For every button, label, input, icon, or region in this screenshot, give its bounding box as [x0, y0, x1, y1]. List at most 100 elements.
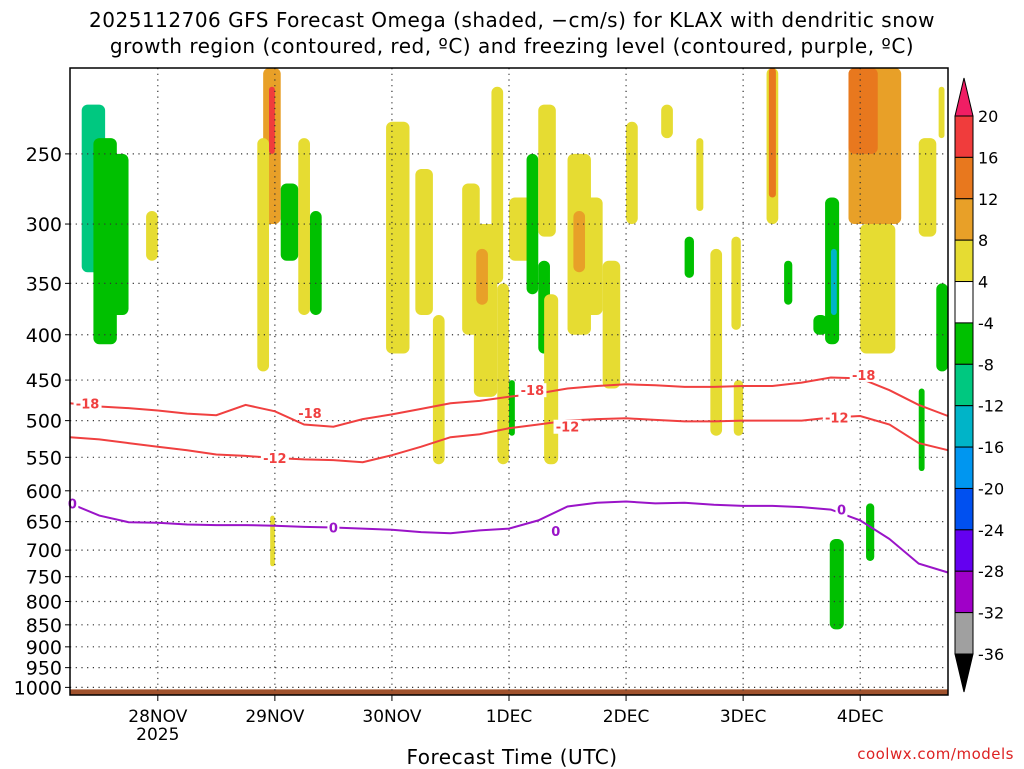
omega-shaded-cell-31	[684, 236, 694, 278]
colorbar-label-13: -36	[978, 645, 1004, 664]
omega-shaded-cell-26	[573, 210, 586, 273]
omega-shaded-cell-43	[918, 388, 925, 472]
omega-shaded-cell-17	[491, 86, 504, 284]
colorbar-box-8	[954, 405, 974, 448]
contour-label-9: 0	[551, 525, 560, 540]
colorbar-box-1	[954, 115, 974, 158]
contour-label-6: -12	[825, 412, 849, 427]
contour-label-7: 0	[68, 497, 77, 512]
colorbar-label-6: -8	[978, 355, 994, 374]
omega-shaded-cell-24	[544, 294, 559, 465]
omega-shaded-cell-10	[270, 515, 275, 567]
colorbar-box-10	[954, 487, 974, 531]
colorbar-box-6	[954, 322, 974, 365]
colorbar-label-12: -32	[978, 604, 1004, 623]
omega-shaded-cell-12	[415, 168, 433, 316]
y-tick-label-800: 800	[26, 592, 62, 614]
omega-shaded-cell-22	[538, 104, 556, 237]
y-tick-label-450: 450	[26, 370, 62, 392]
y-tick-label-850: 850	[26, 615, 62, 637]
contour-label-1: -18	[298, 407, 322, 422]
contour-label-2: -18	[521, 384, 545, 399]
colorbar-bottom-arrow	[954, 653, 974, 693]
colorbar-label-3: 8	[978, 231, 988, 250]
colorbar-box-13	[954, 612, 974, 655]
colorbar-box-11	[954, 529, 974, 572]
y-tick-label-750: 750	[26, 567, 62, 589]
y-tick-label-550: 550	[26, 447, 62, 469]
contour-label-10: 0	[837, 504, 846, 519]
omega-shaded-cell-42	[918, 138, 937, 237]
colorbar-label-8: -16	[978, 438, 1004, 457]
contour-label-0: -18	[76, 397, 100, 412]
y-tick-label-950: 950	[26, 658, 62, 680]
y-tick-label-600: 600	[26, 481, 62, 503]
omega-shaded-cell-6	[257, 138, 270, 372]
colorbar-label-0: 20	[978, 107, 998, 126]
contour-label-5: -12	[556, 421, 580, 436]
y-tick-label-250: 250	[26, 144, 62, 166]
omega-shaded-cell-49	[731, 236, 741, 330]
x-tick-label-2DEC: 2DEC	[603, 707, 650, 727]
contour-label-3: -18	[852, 369, 876, 384]
omega-shaded-cell-16	[476, 248, 488, 305]
colorbar-label-7: -12	[978, 397, 1004, 416]
x-tick-label-4DEC: 4DEC	[837, 707, 884, 727]
colorbar-box-9	[954, 446, 974, 489]
y-tick-label-350: 350	[26, 273, 62, 295]
omega-shaded-cell-32	[710, 248, 723, 436]
colorbar-label-4: 4	[978, 273, 988, 292]
y-tick-label-400: 400	[26, 325, 62, 347]
colorbar-label-11: -28	[978, 562, 1004, 581]
omega-shaded-cell-8	[298, 138, 310, 316]
omega-shaded-cell-45	[936, 283, 948, 372]
omega-shaded-cell-7	[280, 183, 299, 261]
y-tick-label-650: 650	[26, 512, 62, 534]
x-tick-label-3DEC: 3DEC	[720, 707, 767, 727]
y-tick-label-900: 900	[26, 637, 62, 659]
omega-shaded-cell-50	[733, 380, 744, 436]
contour-label-8: 0	[329, 521, 338, 536]
omega-shaded-cell-46	[829, 538, 844, 630]
colorbar-label-1: 16	[978, 148, 998, 167]
colorbar-label-5: -4	[978, 314, 994, 333]
y-tick-label-1000: 1000	[14, 677, 62, 699]
omega-shaded-cell-40	[848, 68, 878, 154]
omega-shaded-cell-11	[386, 121, 410, 354]
colorbar-box-3	[954, 198, 974, 241]
omega-shaded-cell-27	[585, 197, 603, 316]
omega-shaded-cell-41	[860, 224, 896, 354]
x-tick-label-1DEC: 1DEC	[486, 707, 533, 727]
x-tick-label-29NOV: 29NOV	[245, 707, 304, 727]
y-tick-label-700: 700	[26, 540, 62, 562]
colorbar-box-12	[954, 570, 974, 614]
omega-time-height-chart: -18-18-18-18-12-12-1200 00250300350400450…	[14, 67, 1004, 745]
omega-shaded-cell-5	[269, 86, 275, 154]
colorbar-label-2: 12	[978, 190, 998, 209]
omega-shaded-cell-47	[866, 503, 875, 561]
y-tick-label-300: 300	[26, 214, 62, 236]
x-tick-label-30NOV: 30NOV	[362, 707, 421, 727]
credit-link[interactable]: coolwx.com/models	[857, 745, 1014, 763]
omega-shaded-cell-44	[938, 86, 945, 139]
omega-shaded-cell-35	[784, 260, 793, 305]
omega-shaded-cell-9	[309, 210, 322, 316]
colorbar-box-4	[954, 239, 974, 283]
omega-shaded-cell-3	[146, 210, 158, 261]
colorbar-label-9: -20	[978, 479, 1004, 498]
omega-shaded-cell-2	[110, 153, 129, 316]
colorbar-box-5	[954, 281, 974, 324]
x-tick-sublabel-year: 2025	[136, 725, 179, 745]
y-tick-label-500: 500	[26, 411, 62, 433]
colorbar-label-10: -24	[978, 521, 1004, 540]
omega-shaded-cell-34	[768, 68, 776, 198]
omega-shaded-cell-18	[497, 283, 509, 465]
omega-shaded-cell-29	[626, 121, 638, 225]
omega-shaded-cell-30	[661, 104, 673, 139]
omega-shaded-cell-38	[830, 248, 837, 316]
contour-label-4: -12	[263, 452, 287, 467]
colorbar-box-7	[954, 363, 974, 407]
x-tick-label-28NOV: 28NOV	[128, 707, 187, 727]
colorbar-box-2	[954, 156, 974, 200]
omega-shaded-cell-28	[602, 260, 621, 389]
